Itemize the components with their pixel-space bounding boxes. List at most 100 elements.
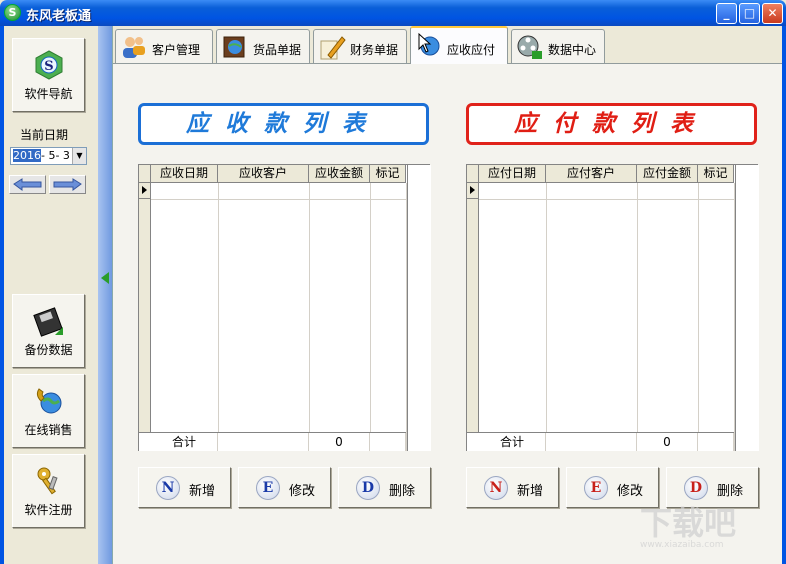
tab-data-center[interactable]: 数据中心 [511, 29, 605, 63]
receivable-add-button[interactable]: N 新增 [138, 467, 231, 508]
hotkey-n-icon: N [484, 476, 508, 500]
register-button[interactable]: 软件注册 [12, 454, 85, 528]
row-indicator-column [467, 199, 479, 451]
arrow-right-icon [53, 178, 82, 191]
chevron-down-icon[interactable]: ▼ [72, 148, 86, 164]
grid-line [309, 183, 310, 451]
footer-cell [218, 433, 309, 451]
next-date-button[interactable] [49, 175, 86, 194]
current-row-indicator [467, 183, 479, 199]
users-icon [123, 37, 145, 58]
tab-label: 货品单据 [253, 43, 302, 57]
receivable-grid[interactable]: 应收日期 应收客户 应收金额 标记 合计 0 [138, 164, 431, 451]
footer-cell [546, 433, 637, 451]
key-icon [37, 467, 58, 495]
footer-total: 0 [309, 433, 370, 451]
register-button-label: 软件注册 [24, 503, 73, 517]
tab-label: 财务单据 [350, 43, 399, 57]
backup-button[interactable]: 备份数据 [12, 294, 85, 368]
grid-empty-area [407, 165, 431, 451]
sidebar-splitter[interactable] [98, 26, 113, 564]
cursor-globe-icon [418, 32, 440, 56]
date-picker[interactable]: 2016- 5- 3 ▼ [10, 147, 87, 165]
grid-corner [467, 165, 479, 183]
current-row-indicator [139, 183, 151, 199]
tab-strip: 客户管理 货品单据 财务单据 应收应付 数据中心 [113, 26, 782, 64]
row-indicator-column [139, 199, 151, 451]
column-header[interactable]: 标记 [698, 165, 734, 183]
column-header[interactable]: 应收日期 [151, 165, 218, 183]
globe-phone-icon [36, 388, 61, 414]
button-label: 新增 [517, 484, 544, 499]
floppy-disk-icon [32, 307, 63, 337]
footer-label: 合计 [479, 433, 546, 451]
grid-line [546, 183, 547, 451]
software-nav-icon: S [35, 50, 62, 80]
receivable-list-title: 应收款列表 [138, 103, 429, 145]
arrow-left-icon [13, 178, 42, 191]
tab-finance-documents[interactable]: 财务单据 [313, 29, 407, 63]
button-label: 修改 [617, 484, 644, 499]
film-reel-icon [517, 35, 542, 59]
button-label: 删除 [717, 484, 744, 499]
online-sales-label: 在线销售 [24, 423, 73, 437]
date-year: 2016 [13, 149, 41, 162]
button-label: 新增 [189, 484, 216, 499]
watermark-url: www.xiazaiba.com [640, 540, 724, 550]
tab-label: 数据中心 [548, 43, 597, 57]
hotkey-e-icon: E [256, 476, 280, 500]
tab-label: 客户管理 [152, 43, 201, 57]
tab-goods-documents[interactable]: 货品单据 [216, 29, 310, 63]
online-sales-button[interactable]: 在线销售 [12, 374, 85, 448]
grid-empty-area [735, 165, 759, 451]
hotkey-d-icon: D [356, 476, 380, 500]
payable-add-button[interactable]: N 新增 [466, 467, 559, 508]
grid-line [370, 183, 371, 451]
app-icon: S [4, 4, 21, 21]
minimize-button[interactable]: _ [716, 3, 737, 24]
title-bar: S 东风老板通 _ □ ✕ [0, 0, 786, 26]
table-row[interactable] [151, 199, 406, 200]
prev-date-button[interactable] [9, 175, 46, 194]
column-header[interactable]: 应付客户 [546, 165, 637, 183]
receivable-delete-button[interactable]: D 删除 [338, 467, 431, 508]
footer-cell [698, 433, 734, 451]
tab-label: 应收应付 [447, 43, 496, 57]
main-content: 客户管理 货品单据 财务单据 应收应付 数据中心 应收款列表 应付款列表 应收日… [113, 26, 782, 564]
tab-customer-management[interactable]: 客户管理 [115, 29, 213, 63]
column-header[interactable]: 应付日期 [479, 165, 546, 183]
maximize-button[interactable]: □ [739, 3, 760, 24]
sidebar: S 软件导航 当前日期 2016- 5- 3 ▼ 备份数据 在线销售 软件注册 [4, 26, 98, 564]
current-date-label: 当前日期 [20, 128, 69, 142]
nav-button[interactable]: S 软件导航 [12, 38, 85, 112]
globe-book-icon [223, 36, 245, 58]
backup-button-label: 备份数据 [24, 343, 73, 357]
date-rest: - 5- 3 [41, 149, 70, 162]
close-button[interactable]: ✕ [762, 3, 783, 24]
payable-grid[interactable]: 应付日期 应付客户 应付金额 标记 合计 0 [466, 164, 759, 451]
column-header[interactable]: 标记 [370, 165, 406, 183]
grid-line [218, 183, 219, 451]
column-header[interactable]: 应收客户 [218, 165, 309, 183]
receivable-edit-button[interactable]: E 修改 [238, 467, 331, 508]
pen-paper-icon [320, 36, 346, 60]
grid-footer: 合计 0 [139, 432, 406, 451]
window-title: 东风老板通 [26, 9, 92, 24]
grid-line [698, 183, 699, 451]
watermark-main: 下载吧 [640, 504, 737, 542]
collapse-arrow-icon[interactable] [101, 272, 109, 284]
button-label: 删除 [389, 484, 416, 499]
column-header[interactable]: 应付金额 [637, 165, 698, 183]
tab-receivable-payable[interactable]: 应收应付 [410, 26, 508, 64]
payable-list-title: 应付款列表 [466, 103, 757, 145]
hotkey-e-icon: E [584, 476, 608, 500]
table-row[interactable] [479, 199, 734, 200]
svg-text:S: S [44, 59, 53, 74]
watermark: 下载吧 www.xiazaiba.com [640, 498, 736, 550]
button-label: 修改 [289, 484, 316, 499]
column-header[interactable]: 应收金额 [309, 165, 370, 183]
hotkey-d-icon: D [684, 476, 708, 500]
window-frame-right [782, 26, 786, 564]
footer-label: 合计 [151, 433, 218, 451]
hotkey-n-icon: N [156, 476, 180, 500]
